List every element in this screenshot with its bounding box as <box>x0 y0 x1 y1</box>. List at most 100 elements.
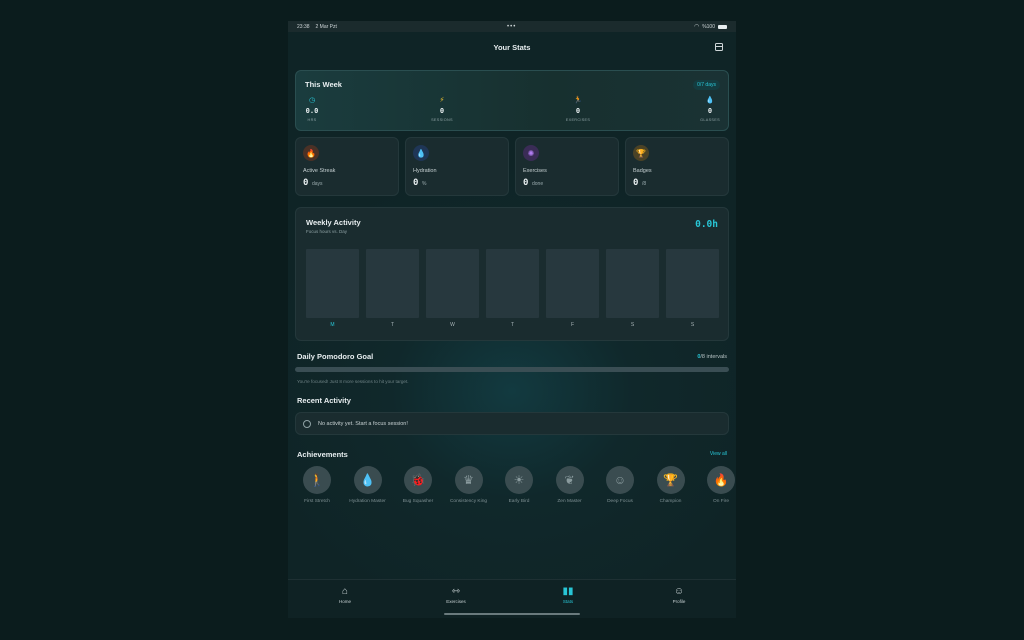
achievement-name: Champion <box>659 499 682 504</box>
day-bar[interactable] <box>486 249 539 318</box>
week-stat-glasses: 💧 0 GLASSES <box>694 96 726 122</box>
week-stat-label: HRS <box>307 118 317 122</box>
card-value: 0 <box>633 178 639 188</box>
weekly-activity-card: Weekly Activity Focus hours vs. Day 0.0h… <box>295 207 729 341</box>
week-stat-value: 0.0 <box>305 107 319 115</box>
person-icon: ✺ <box>523 145 539 161</box>
leaf-icon: ❦ <box>555 466 584 494</box>
achievement-badge[interactable]: ❦ Zen Master <box>545 466 595 504</box>
drop-icon: 💧 <box>705 97 715 104</box>
day-label: M <box>330 322 335 328</box>
flame-icon: 🔥 <box>707 466 735 494</box>
user-icon: ☺ <box>673 586 685 597</box>
battery-percent: %100 <box>702 23 715 30</box>
achievement-name: Early Bird <box>508 499 530 504</box>
achievement-badge[interactable]: ☀ Early Bird <box>494 466 544 504</box>
day-label: W <box>450 322 455 328</box>
card-label: Active Streak <box>303 168 336 174</box>
multitask-dots-icon[interactable]: ••• <box>507 24 516 30</box>
day-bar[interactable] <box>546 249 599 318</box>
bug-icon: 🐞 <box>404 466 432 494</box>
page-title: Your Stats <box>493 43 531 52</box>
this-week-card: This Week 0/7 days ◷ 0.0 HRS ⚡ 0 SESSION… <box>295 70 729 131</box>
days-pill: 0/7 days <box>693 80 720 90</box>
day-bar[interactable] <box>366 249 419 318</box>
bolt-icon: ⚡ <box>439 97 445 104</box>
tab-home[interactable]: ⌂ Home <box>315 586 375 604</box>
tab-stats[interactable]: ▮▮ Stats <box>538 586 598 604</box>
pomodoro-count: 0/8 intervals <box>697 354 727 360</box>
tab-label: Stats <box>562 599 574 604</box>
active-streak-card[interactable]: 🔥 Active Streak 0 days <box>295 137 399 196</box>
tab-profile[interactable]: ☺ Profile <box>649 586 709 604</box>
card-value: 0 <box>413 178 419 188</box>
day-bar[interactable] <box>306 249 359 318</box>
achievement-name: Consistency King <box>449 499 488 504</box>
exercises-card[interactable]: ✺ Exercises 0 done <box>515 137 619 196</box>
clock-icon <box>303 420 311 428</box>
status-bar: 23:38 2 Mar Pzt ••• ◠ %100 <box>288 21 736 32</box>
week-stat-hours: ◷ 0.0 HRS <box>300 96 324 122</box>
dumbbell-icon: ⇿ <box>451 586 461 597</box>
status-time: 23:38 <box>297 23 310 30</box>
flame-icon: 🔥 <box>303 145 319 161</box>
drop-icon: 💧 <box>353 466 382 494</box>
card-unit: done <box>532 181 544 187</box>
achievement-badge[interactable]: 🏆 Champion <box>646 466 696 504</box>
recent-activity-empty: No activity yet. Start a focus session! <box>295 412 729 435</box>
pomodoro-message: You're focused! Just 8 more sessions to … <box>297 379 409 384</box>
pomodoro-title: Daily Pomodoro Goal <box>297 352 374 361</box>
week-stat-exercises: 🏃 0 EXERCISES <box>560 96 596 122</box>
weekly-activity-title: Weekly Activity <box>306 218 361 227</box>
home-icon: ⌂ <box>341 586 349 597</box>
achievement-badge[interactable]: ☺ Deep Focus <box>595 466 645 504</box>
card-unit: % <box>422 181 427 187</box>
achievement-badge[interactable]: 💧 Hydration Master <box>343 466 393 504</box>
timer-icon: ◷ <box>308 97 316 104</box>
home-indicator <box>444 613 580 615</box>
card-value: 0 <box>303 178 309 188</box>
status-date: 2 Mar Pzt <box>315 23 337 30</box>
tab-label: Home <box>338 599 351 604</box>
crown-icon: ♛ <box>454 466 483 494</box>
badges-card[interactable]: 🏆 Badges 0 /8 <box>625 137 729 196</box>
tab-label: Exercises <box>446 599 466 604</box>
day-bar[interactable] <box>426 249 479 318</box>
nav-bar: Your Stats <box>288 32 736 63</box>
tab-exercises[interactable]: ⇿ Exercises <box>426 586 486 604</box>
card-label: Badges <box>633 168 652 174</box>
achievement-name: Hydration Master <box>349 499 386 504</box>
achievement-badge[interactable]: 🚶 First Stretch <box>292 466 342 504</box>
tab-label: Profile <box>672 599 686 604</box>
week-stat-label: EXERCISES <box>565 118 591 122</box>
day-bar[interactable] <box>666 249 719 318</box>
weekly-total-hours: 0.0h <box>695 219 718 230</box>
calendar-icon[interactable] <box>715 43 723 51</box>
trophy-icon: 🏆 <box>633 145 649 161</box>
achievements-title: Achievements <box>297 450 348 459</box>
day-label: S <box>690 322 695 328</box>
weekly-activity-subtitle: Focus hours vs. Day <box>306 229 348 234</box>
day-label: T <box>510 322 515 328</box>
week-stat-label: GLASSES <box>700 118 720 122</box>
battery-icon <box>718 24 727 29</box>
achievement-badge[interactable]: ♛ Consistency King <box>444 466 494 504</box>
card-label: Exercises <box>523 168 547 174</box>
recent-empty-text: No activity yet. Start a focus session! <box>318 421 408 427</box>
day-label: T <box>390 322 395 328</box>
achievement-badge[interactable]: 🔥 On Fire <box>696 466 736 504</box>
achievement-name: Deep Focus <box>607 499 633 504</box>
drop-icon: 💧 <box>413 145 429 161</box>
achievement-name: First Stretch <box>304 499 330 504</box>
day-bar[interactable] <box>606 249 659 318</box>
this-week-title: This Week <box>305 80 342 89</box>
wifi-icon: ◠ <box>693 24 700 30</box>
day-label: S <box>630 322 635 328</box>
week-stat-sessions: ⚡ 0 SESSIONS <box>426 96 458 122</box>
hydration-card[interactable]: 💧 Hydration 0 % <box>405 137 509 196</box>
card-label: Hydration <box>413 168 437 174</box>
achievement-badge[interactable]: 🐞 Bug Squasher <box>393 466 443 504</box>
pomodoro-progress-bar <box>295 367 729 372</box>
card-value: 0 <box>523 178 529 188</box>
view-all-link[interactable]: View all <box>710 451 727 457</box>
